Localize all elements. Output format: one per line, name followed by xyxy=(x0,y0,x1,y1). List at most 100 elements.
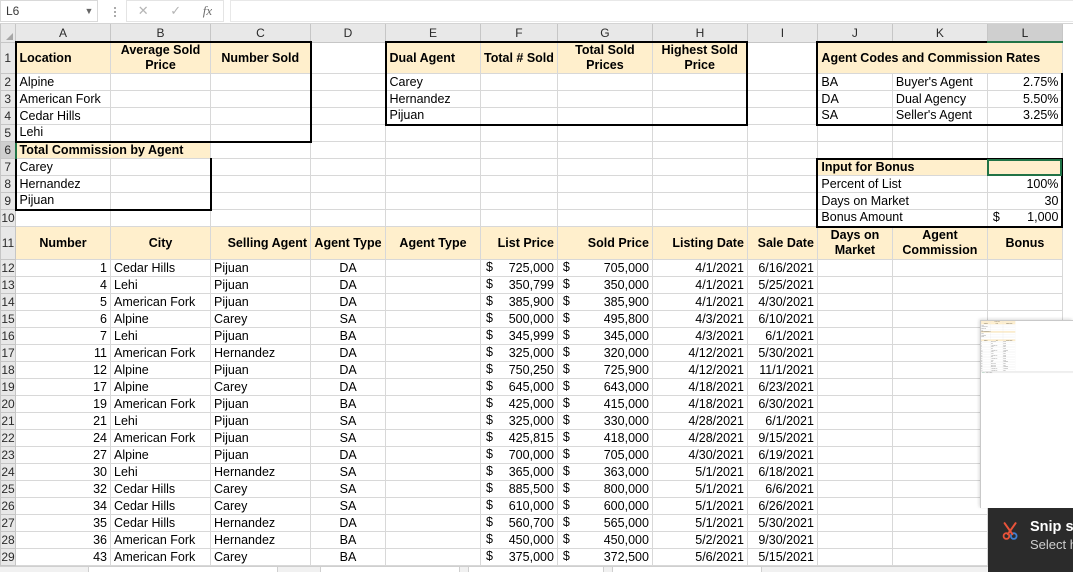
cell-J6[interactable] xyxy=(816,141,893,159)
cell-C10[interactable] xyxy=(210,209,311,227)
cell-agent-type[interactable]: DA xyxy=(310,378,386,396)
cell-F7[interactable] xyxy=(480,158,558,176)
cell-list-price[interactable]: $385,900 xyxy=(480,293,558,311)
cell-list-price[interactable]: $325,000 xyxy=(480,412,558,430)
cell-B10[interactable] xyxy=(110,209,211,227)
cell-agent-type-2[interactable] xyxy=(385,531,481,549)
cell-city[interactable]: Cedar Hills xyxy=(110,497,211,515)
cell-days-on-market[interactable] xyxy=(816,480,893,498)
cell-C1[interactable]: Number Sold xyxy=(210,41,312,74)
cell-C4[interactable] xyxy=(210,107,312,125)
cell-E1[interactable]: Dual Agent xyxy=(384,41,481,74)
cell-agent-type[interactable]: SA xyxy=(310,412,386,430)
cell-H3[interactable] xyxy=(651,90,749,108)
cell-selling-agent[interactable]: Carey xyxy=(210,378,311,396)
cell-C11[interactable]: Selling Agent xyxy=(210,226,311,260)
cell-selling-agent[interactable]: Carey xyxy=(210,497,311,515)
cell-list-price[interactable]: $560,700 xyxy=(480,514,558,532)
cell-G5[interactable] xyxy=(556,124,653,142)
cell-L11[interactable]: Bonus xyxy=(986,226,1063,260)
cell-number[interactable]: 35 xyxy=(15,514,111,532)
cell-bonus[interactable] xyxy=(986,259,1063,277)
cell-selling-agent[interactable]: Pijuan xyxy=(210,327,311,345)
cell-sale-date[interactable]: 5/30/2021 xyxy=(746,344,818,362)
cell-G7[interactable] xyxy=(556,158,653,176)
cell-listing-date[interactable]: 5/2/2021 xyxy=(651,531,748,549)
cell-selling-agent[interactable]: Pijuan xyxy=(210,259,311,277)
cell-list-price[interactable]: $750,250 xyxy=(480,361,558,379)
cell-agent-type[interactable]: BA xyxy=(310,548,386,566)
cell-listing-date[interactable]: 4/28/2021 xyxy=(651,429,748,447)
cell-city[interactable]: Cedar Hills xyxy=(110,514,211,532)
cell-agent-type[interactable]: SA xyxy=(310,463,386,481)
row-header-3[interactable]: 3 xyxy=(0,90,16,108)
cell-agent-commission[interactable] xyxy=(891,259,988,277)
cell-selling-agent[interactable]: Hernandez xyxy=(210,463,311,481)
column-header-C[interactable]: C xyxy=(210,24,311,43)
cell-G3[interactable] xyxy=(556,90,653,108)
cell-listing-date[interactable]: 4/3/2021 xyxy=(651,327,748,345)
cell-days-on-market[interactable] xyxy=(816,446,893,464)
cell-H8[interactable] xyxy=(651,175,748,193)
cell-selling-agent[interactable]: Pijuan xyxy=(210,429,311,447)
cell-number[interactable]: 7 xyxy=(15,327,111,345)
column-header-I[interactable]: I xyxy=(746,24,818,43)
cell-F1[interactable]: Total # Sold xyxy=(480,41,558,74)
cell-D6[interactable] xyxy=(310,141,386,159)
column-header-D[interactable]: D xyxy=(310,24,386,43)
cell-city[interactable]: American Fork xyxy=(110,293,211,311)
cell-selling-agent[interactable]: Carey xyxy=(210,548,311,566)
snip-saved-toast[interactable]: Snip saved Select here to mark up and sh… xyxy=(988,508,1073,572)
cell-K4[interactable]: Seller's Agent xyxy=(891,107,988,126)
cell-sale-date[interactable]: 6/1/2021 xyxy=(746,412,818,430)
table-row[interactable]: 18 12 Alpine Pijuan DA $750,250 $725,900 4/12/2… xyxy=(0,361,1063,379)
row-header-25[interactable]: 25 xyxy=(0,480,16,498)
cell-D1[interactable] xyxy=(310,41,386,74)
cell-days-on-market[interactable] xyxy=(816,327,893,345)
chevron-down-icon[interactable]: ▼ xyxy=(81,6,97,16)
cell-days-on-market[interactable] xyxy=(816,395,893,413)
worksheet-grid[interactable]: A B C D E F G H I J K L 1 Location Avera… xyxy=(0,24,1073,572)
cell-agent-type-2[interactable] xyxy=(385,259,481,277)
cell-sale-date[interactable]: 5/15/2021 xyxy=(746,548,818,566)
cell-sale-date[interactable]: 6/30/2021 xyxy=(746,395,818,413)
cell-F3[interactable] xyxy=(480,90,558,108)
cell-C6[interactable] xyxy=(210,141,311,159)
cell-selling-agent[interactable]: Hernandez xyxy=(210,514,311,532)
cell-sale-date[interactable]: 6/26/2021 xyxy=(746,497,818,515)
cell-days-on-market[interactable] xyxy=(816,412,893,430)
cell-B2[interactable] xyxy=(110,73,211,91)
table-row[interactable]: 21 21 Lehi Pijuan SA $325,000 $330,000 4/28/202… xyxy=(0,412,1063,430)
cell-listing-date[interactable]: 5/1/2021 xyxy=(651,480,748,498)
cell-agent-type[interactable]: DA xyxy=(310,361,386,379)
formula-input[interactable] xyxy=(230,0,1073,22)
cell-listing-date[interactable]: 4/1/2021 xyxy=(651,259,748,277)
table-row[interactable]: 16 7 Lehi Pijuan BA $345,999 $345,000 4/3/2021 6… xyxy=(0,327,1063,345)
cell-I4[interactable] xyxy=(746,107,818,125)
cell-number[interactable]: 32 xyxy=(15,480,111,498)
cell-L2[interactable]: 2.75% xyxy=(986,73,1064,91)
cell-J9[interactable]: Days on Market xyxy=(816,192,988,210)
cell-sale-date[interactable]: 4/30/2021 xyxy=(746,293,818,311)
cell-agent-type[interactable]: SA xyxy=(310,480,386,498)
cell-sale-date[interactable]: 6/16/2021 xyxy=(746,259,818,277)
cell-K3[interactable]: Dual Agency xyxy=(891,90,988,108)
cell-city[interactable]: American Fork xyxy=(110,344,211,362)
sheet-tab-strip[interactable] xyxy=(0,566,1073,572)
cell-list-price[interactable]: $450,000 xyxy=(480,531,558,549)
cell-listing-date[interactable]: 4/28/2021 xyxy=(651,412,748,430)
cell-number[interactable]: 12 xyxy=(15,361,111,379)
table-row[interactable]: 20 19 American Fork Pijuan BA $425,000 $415,00… xyxy=(0,395,1063,413)
row-header-17[interactable]: 17 xyxy=(0,344,16,362)
row-header-23[interactable]: 23 xyxy=(0,446,16,464)
cell-D8[interactable] xyxy=(310,175,386,193)
column-header-K[interactable]: K xyxy=(891,24,988,43)
cell-sold-price[interactable]: $415,000 xyxy=(556,395,653,413)
cell-A11[interactable]: Number xyxy=(15,226,111,260)
cell-listing-date[interactable]: 4/30/2021 xyxy=(651,446,748,464)
cell-sale-date[interactable]: 6/23/2021 xyxy=(746,378,818,396)
cell-list-price[interactable]: $500,000 xyxy=(480,310,558,328)
cell-agent-commission[interactable] xyxy=(891,429,988,447)
cell-K11[interactable]: Agent Commission xyxy=(891,226,988,260)
cell-E5[interactable] xyxy=(385,124,481,142)
